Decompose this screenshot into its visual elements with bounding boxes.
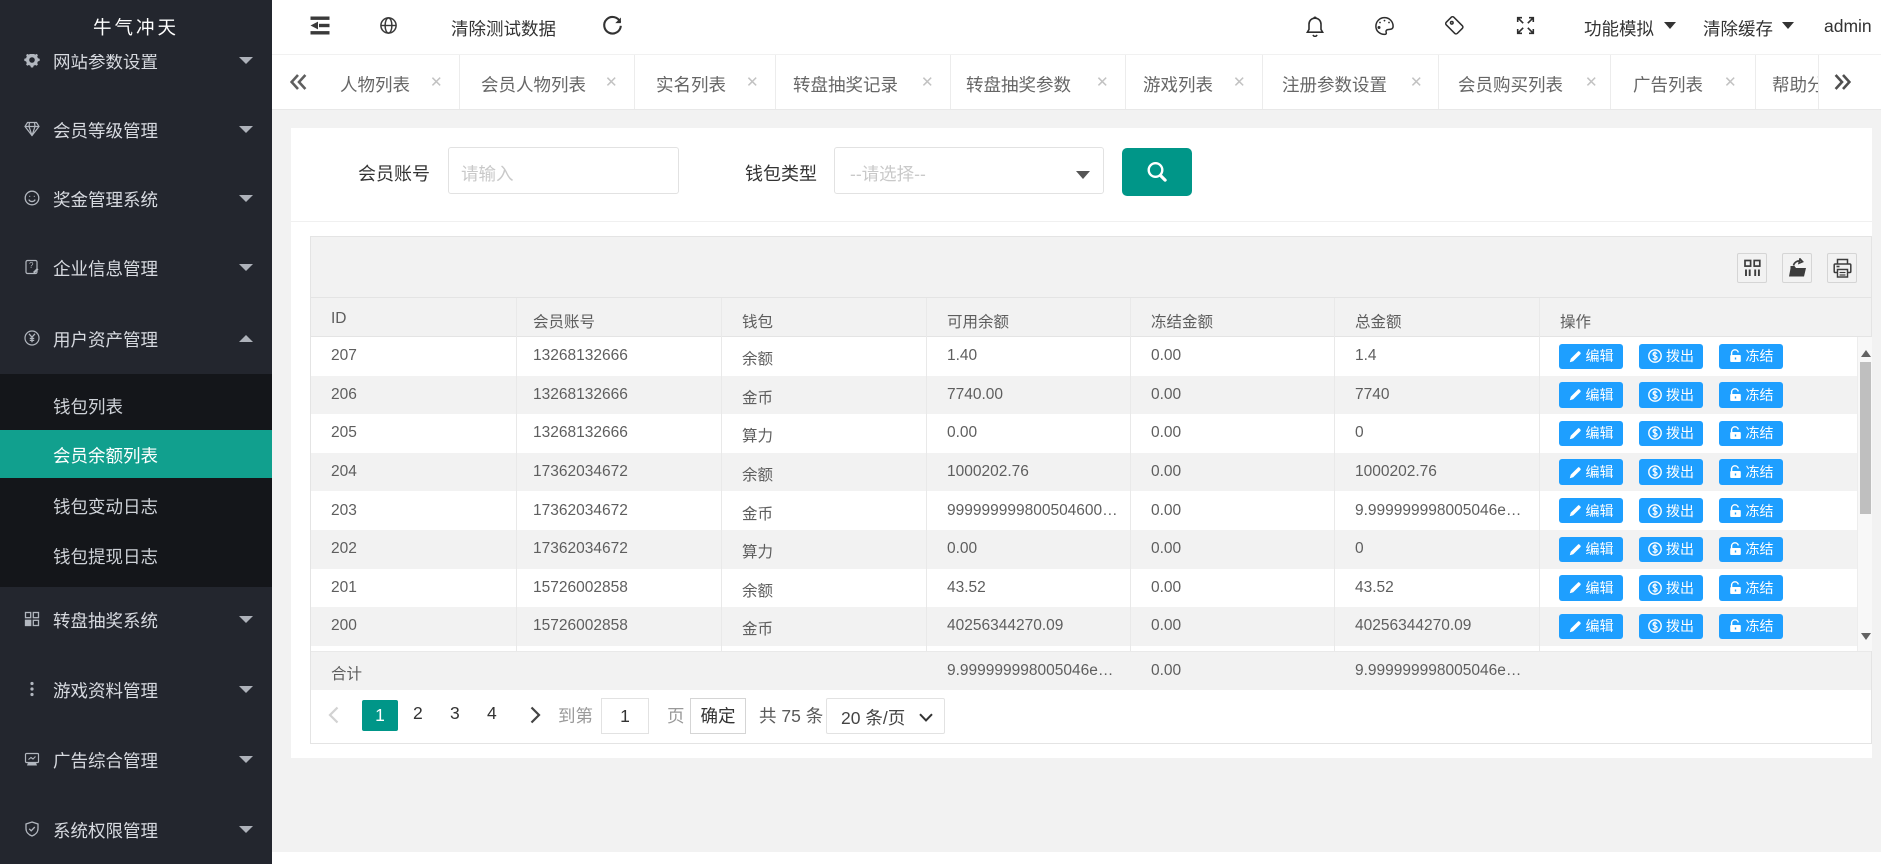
svg-text:?: ?	[29, 261, 34, 270]
